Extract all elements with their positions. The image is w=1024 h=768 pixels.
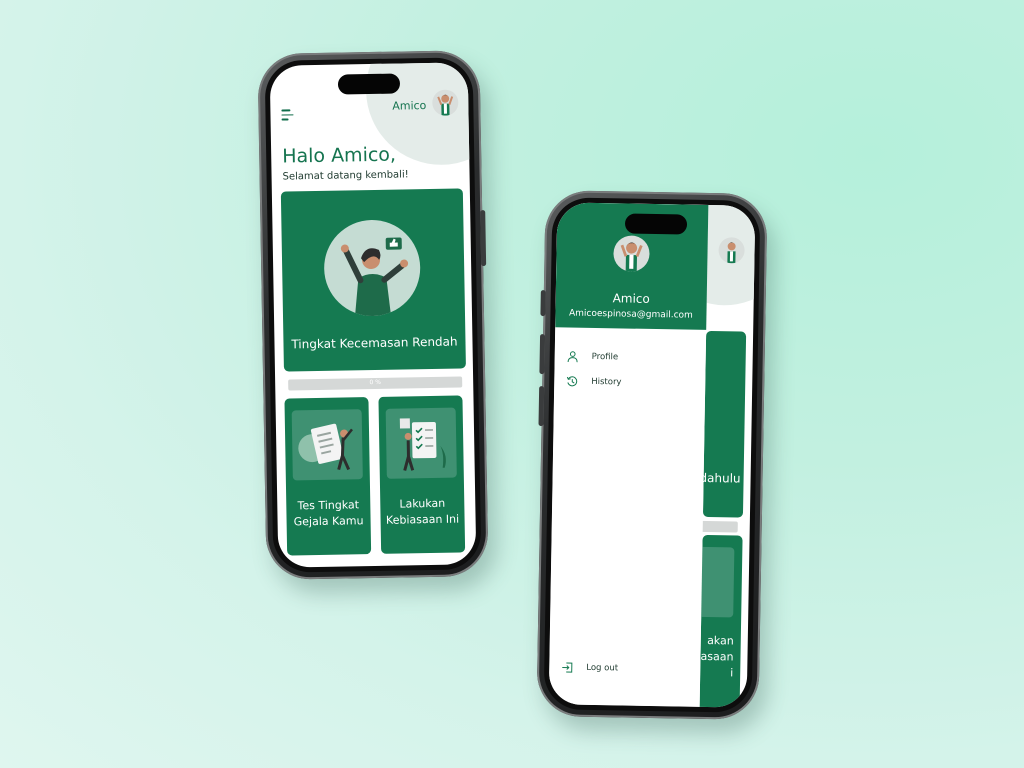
drawer-user-email: Amicoespinosa@gmail.com [568,308,693,321]
celebrating-person-illustration [323,219,422,317]
logout-button[interactable]: Log out [561,659,618,676]
checklist-illustration [291,409,363,481]
history-icon [566,376,578,387]
drawer-avatar[interactable] [613,235,650,272]
logout-icon [562,662,573,673]
home-screen: Amico Halo Amico, Selamat datang kembali… [269,62,477,568]
volume-down-button [538,386,545,427]
drawer-item-history[interactable]: History [566,373,622,390]
anxiety-progress-bar: 0 % [288,376,463,391]
board-illustration [385,407,457,479]
habit-label: Lakukan Kebiasaan Ini [385,496,460,527]
background-card-text: akan asaan i [700,633,734,680]
drawer-screen: dahulu akan asaan i Amico Amicoespinosa@… [548,202,756,708]
drawer-item-profile[interactable]: Profile [567,348,619,365]
symptom-test-label: Tes Tingkat Gejala Kamu [293,498,364,529]
anxiety-level-card[interactable]: Tingkat Kecemasan Rendah [280,188,466,372]
dynamic-island [624,213,688,235]
dynamic-island [337,73,401,95]
action-button [540,290,546,317]
background-hero-text: dahulu [699,470,741,486]
background-progress-bar [697,520,738,533]
phone-home: Amico Halo Amico, Selamat datang kembali… [257,50,489,580]
phone-drawer: dahulu akan asaan i Amico Amicoespinosa@… [536,190,768,720]
drawer-item-label: Profile [591,351,619,363]
volume-up-button [539,334,546,375]
symptom-test-card[interactable]: Tes Tingkat Gejala Kamu [284,397,372,556]
person-icon [567,351,578,363]
header-user-name: Amico [392,99,427,113]
menu-icon[interactable] [281,109,295,121]
greeting-subtitle: Selamat datang kembali! [282,169,409,183]
greeting-title: Halo Amico, [282,143,397,168]
habit-card[interactable]: Lakukan Kebiasaan Ini [378,395,466,554]
drawer-item-label: History [591,376,622,388]
background-hero-card [702,330,747,518]
drawer-user-name: Amico [612,291,650,306]
progress-text: 0 % [369,378,381,387]
anxiety-level-title: Tingkat Kecemasan Rendah [291,334,458,352]
power-button [480,210,487,267]
background-feature-card [695,534,743,708]
logout-label: Log out [586,662,619,674]
navigation-drawer: Amico Amicoespinosa@gmail.com Profile Hi… [548,202,709,707]
